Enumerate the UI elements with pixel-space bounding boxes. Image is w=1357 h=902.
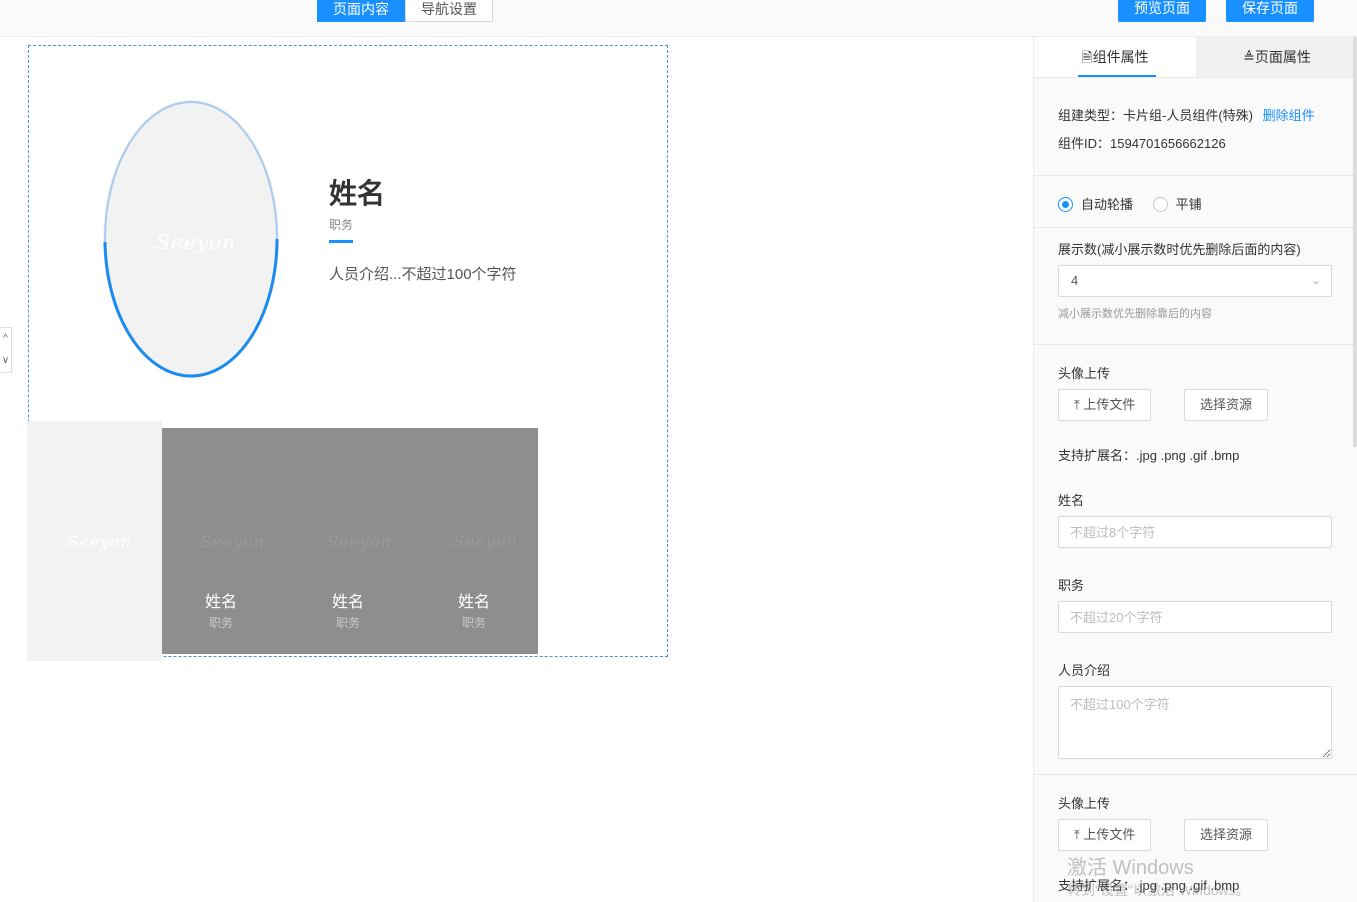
save-page-button[interactable]: 保存页面 [1226,0,1314,22]
card-name: 姓名 [204,594,237,611]
name-field-label: 姓名 [1058,493,1085,508]
preview-page-button[interactable]: 预览页面 [1118,0,1206,22]
id-value: 1594701656662126 [1110,136,1226,151]
ext-value: .jpg .png .gif .bmp [1136,448,1240,463]
chevron-down-icon: ⌄ [1311,275,1321,287]
avatar-placeholder[interactable]: .Seeyon [103,100,279,378]
button-label: 上传文件 [1083,397,1136,412]
tab-label: 组件属性 [1092,49,1149,65]
avatar-upload-label-2: 头像上传 [1058,796,1111,811]
divider [1034,774,1357,775]
intro-field-label: 人员介绍 [1058,663,1111,678]
ext-label: 支持扩展名： [1058,448,1137,463]
tab-page-properties[interactable]: ≜页面属性 [1196,37,1357,77]
chevron-up-icon[interactable]: ^ [0,328,11,350]
chevron-down-icon[interactable]: ∨ [0,350,11,372]
properties-panel: 🗎组件属性 ≜页面属性 组建类型：卡片组-人员组件(特殊) 删除组件 组件ID：… [1033,37,1357,902]
accent-divider [329,240,353,243]
radio-label: 自动轮播 [1081,197,1134,212]
choose-resource-button-2[interactable]: 选择资源 [1184,819,1269,851]
radio-checked-icon [1058,197,1073,212]
tab-label: 页面属性 [1254,49,1311,65]
display-count-select[interactable]: 4 ⌄ [1058,265,1332,297]
divider [1034,175,1357,176]
divider [1034,344,1357,345]
card-post: 职务 [208,616,233,630]
tab-nav-settings[interactable]: 导航设置 [405,0,493,22]
upload-file-button-2[interactable]: ⤒ 上传文件 [1058,819,1152,851]
radio-auto-carousel[interactable]: 自动轮播 [1058,197,1133,212]
view-switch: 页面内容 导航设置 [317,0,493,22]
card-thumbnail[interactable]: .Seeyon 姓名 职务 [289,428,407,654]
person-name: 姓名 [329,178,386,209]
upload-icon: ⤒ [1074,827,1080,842]
seeyon-logo: .Seeyon [194,532,265,551]
tab-component-properties[interactable]: 🗎组件属性 [1034,37,1196,77]
select-value: 4 [1071,273,1079,288]
intro-textarea[interactable] [1058,686,1332,759]
post-input[interactable] [1058,601,1332,633]
type-value: 卡片组-人员组件(特殊) [1123,108,1254,123]
choose-resource-button[interactable]: 选择资源 [1184,389,1269,421]
seeyon-logo: .Seeyon [149,230,236,254]
card-thumbnail[interactable]: .Seeyon 姓名 职务 [162,428,280,654]
radio-unchecked-icon [1152,197,1168,212]
name-input[interactable] [1058,516,1332,548]
tab-page-content[interactable]: 页面内容 [317,0,405,22]
card-thumbnail[interactable]: .Seeyon 姓名 职务 [415,428,533,654]
watermark-subtitle: 转到"设置"以激活 Windows。 [1067,882,1250,898]
collapse-arrows[interactable]: ^ ∨ [0,327,12,373]
delete-component-link[interactable]: 删除组件 [1263,108,1315,123]
seeyon-logo: .Seeyon [61,532,132,551]
display-count-label: 展示数(减小展示数时优先删除后面的内容) [1058,242,1301,257]
windows-activation-watermark: 激活 Windows 转到"设置"以激活 Windows。 [1067,857,1250,901]
upload-icon: ⤒ [1074,397,1080,412]
sliders-icon: ≜ [1243,49,1255,65]
card-name: 姓名 [457,594,490,611]
divider [1034,227,1357,228]
panel-scrollbar[interactable] [1353,37,1357,447]
person-intro: 人员介绍...不超过100个字符 [329,266,517,283]
display-count-hint: 减小展示数优先删除靠后的内容 [1058,308,1212,320]
button-label: 上传文件 [1083,827,1136,842]
upload-file-button[interactable]: ⤒ 上传文件 [1058,389,1152,421]
watermark-title: 激活 Windows [1067,857,1194,879]
card-name: 姓名 [331,594,364,611]
seeyon-logo: .Seeyon [321,532,392,551]
panel-tabs: 🗎组件属性 ≜页面属性 [1034,37,1357,78]
card-thumbnail-selected[interactable]: .Seeyon [27,421,162,661]
type-label: 组建类型： [1058,108,1124,123]
supported-extensions: 支持扩展名：.jpg .png .gif .bmp [1058,445,1239,464]
id-label: 组件ID： [1058,136,1111,151]
document-icon: 🗎 [1081,49,1093,65]
person-post: 职务 [329,218,354,232]
component-id-row: 组件ID：1594701656662126 [1058,133,1226,152]
component-type-row: 组建类型：卡片组-人员组件(特殊) 删除组件 [1058,105,1315,124]
seeyon-logo: .Seeyon [447,532,518,551]
display-mode-radios: 自动轮播 平铺 [1058,194,1202,213]
radio-tile[interactable]: 平铺 [1152,197,1202,212]
top-toolbar: 页面内容 导航设置 预览页面 保存页面 [0,0,1357,37]
post-field-label: 职务 [1058,578,1085,593]
card-post: 职务 [461,616,486,630]
card-post: 职务 [335,616,360,630]
card-thumbnail-strip: .Seeyon 姓名 职务 .Seeyon 姓名 职务 .Seeyon 姓名 职… [162,428,538,654]
radio-label: 平铺 [1175,197,1202,212]
avatar-upload-label: 头像上传 [1058,366,1111,381]
